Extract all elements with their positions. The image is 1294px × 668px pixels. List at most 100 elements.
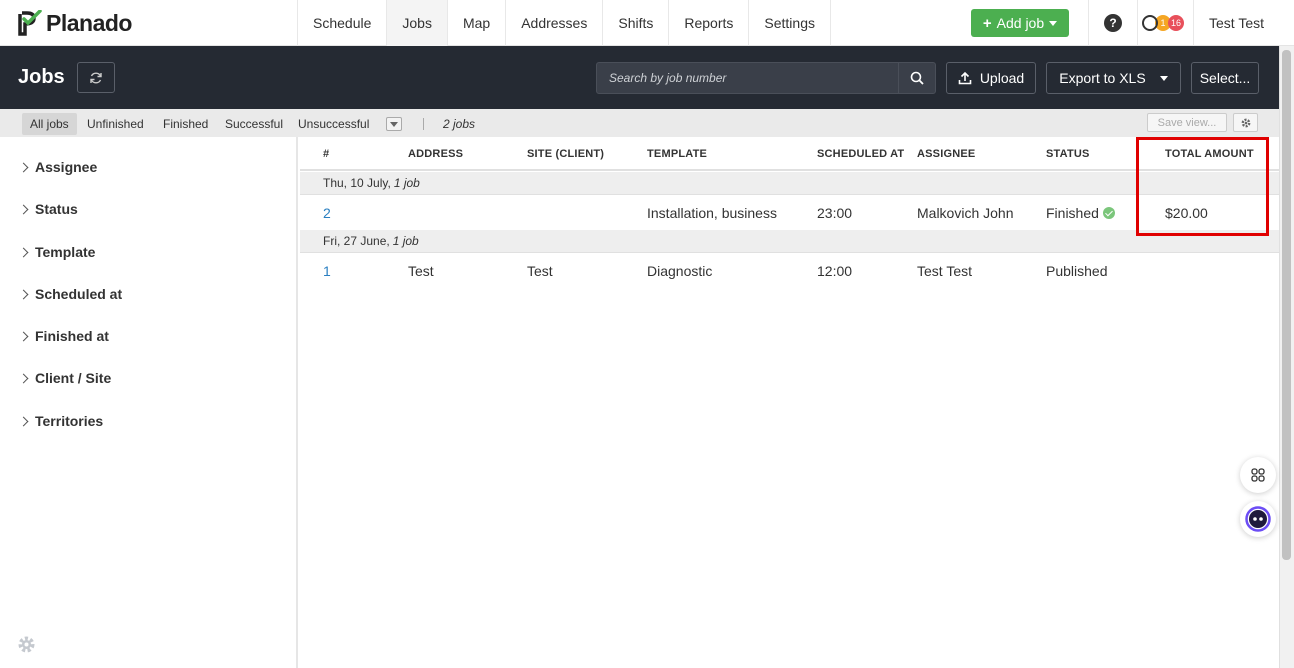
top-navigation-bar: Planado Schedule Jobs Map Addresses Shif… [0,0,1294,46]
tab-successful[interactable]: Successful [217,113,291,135]
date-group-header: Fri, 27 June, 1 job [300,230,1279,253]
refresh-icon [90,72,102,83]
cell-template: Diagnostic [647,263,713,279]
check-circle-icon [1102,207,1115,219]
upload-icon [958,71,972,85]
planado-logo[interactable]: Planado [18,9,132,37]
page-title: Jobs [18,66,65,88]
column-header-site[interactable]: SITE (CLIENT) [527,148,604,160]
table-row[interactable]: 2 Installation, business 23:00 Malkovich… [300,195,1279,230]
tab-unfinished[interactable]: Unfinished [79,113,152,135]
chevron-right-icon [18,416,29,426]
cell-template: Installation, business [647,205,777,221]
save-view-button[interactable]: Save view... [1147,113,1227,132]
filter-assignee[interactable]: Assignee [18,157,98,177]
nav-schedule[interactable]: Schedule [297,0,386,46]
sidebar-settings-button[interactable] [17,635,36,659]
column-header-scheduled-at[interactable]: SCHEDULED AT [817,148,904,160]
gear-icon [1241,118,1250,127]
assistant-bot-icon [1245,506,1271,532]
page-header: Jobs Upload Export to XLS Select... [0,46,1279,109]
column-header-number[interactable]: # [323,148,329,160]
nav-map[interactable]: Map [446,0,505,46]
page-scrollbar[interactable] [1279,46,1294,668]
table-header: # ADDRESS SITE (CLIENT) TEMPLATE SCHEDUL… [300,137,1279,171]
search-button[interactable] [898,63,935,93]
plus-icon: + [982,14,992,32]
chevron-right-icon [18,204,29,214]
filter-label: Status [35,201,78,217]
cell-assignee: Test Test [917,263,972,279]
select-button[interactable]: Select... [1191,62,1259,94]
search-input[interactable] [597,63,899,93]
nav-shifts[interactable]: Shifts [602,0,668,46]
filter-template[interactable]: Template [18,242,96,262]
nav-jobs[interactable]: Jobs [386,0,447,46]
column-header-assignee[interactable]: ASSIGNEE [917,148,975,160]
more-filters-dropdown[interactable] [386,117,402,131]
job-number-link[interactable]: 2 [323,205,331,221]
filter-status[interactable]: Status [18,199,78,219]
gear-icon [18,636,35,653]
add-job-button[interactable]: + Add job [971,9,1069,37]
user-menu[interactable]: Test Test [1209,15,1264,31]
table-row[interactable]: 1 Test Test Diagnostic 12:00 Test Test P… [300,253,1279,288]
add-job-label: Add job [996,15,1045,31]
logo-check-icon [18,10,42,36]
column-header-template[interactable]: TEMPLATE [647,148,707,160]
help-icon[interactable]: ? [1104,14,1122,32]
filter-finished-at[interactable]: Finished at [18,326,109,346]
cell-scheduled: 23:00 [817,205,853,221]
refresh-button[interactable] [77,62,115,93]
chevron-right-icon [18,373,29,383]
group-count: 1 job [392,234,419,248]
group-date: Thu, 10 July, [323,176,391,190]
search-icon [910,71,924,85]
filter-label: Finished at [35,328,109,344]
nav-addresses[interactable]: Addresses [505,0,602,46]
group-date: Fri, 27 June, [323,234,390,248]
status-text: Finished [1046,205,1099,221]
tab-finished[interactable]: Finished [155,113,216,135]
cell-address: Test [408,263,434,279]
export-xls-button[interactable]: Export to XLS [1046,62,1181,94]
column-header-address[interactable]: ADDRESS [408,148,463,160]
filter-scheduled-at[interactable]: Scheduled at [18,284,123,304]
filter-label: Territories [35,413,104,429]
chat-assistant-button[interactable] [1240,501,1276,537]
filter-label: Client / Site [35,370,112,386]
cell-site: Test [527,263,553,279]
filter-label: Scheduled at [35,286,123,302]
chevron-right-icon [18,289,29,299]
clock-icon [1142,15,1158,31]
group-count: 1 job [393,176,420,190]
view-settings-button[interactable] [1233,113,1258,132]
chevron-right-icon [18,331,29,341]
tab-unsuccessful[interactable]: Unsuccessful [290,113,377,135]
scrollbar-thumb[interactable] [1282,50,1291,560]
divider [1193,0,1194,46]
notification-badge-red: 16 [1168,15,1185,31]
upload-label: Upload [979,70,1025,86]
total-amount-highlight-box [1136,137,1269,236]
filter-client-site[interactable]: Client / Site [18,368,112,388]
nav-reports[interactable]: Reports [668,0,748,46]
job-search [596,62,936,94]
upload-button[interactable]: Upload [946,62,1036,94]
divider [423,118,424,130]
cell-status: Published [1046,263,1108,279]
column-header-status[interactable]: STATUS [1046,148,1090,160]
notifications[interactable]: 1 16 [1142,14,1185,32]
tab-all-jobs[interactable]: All jobs [22,113,77,135]
select-label: Select... [1199,70,1251,86]
chevron-right-icon [18,162,29,172]
filter-label: Template [35,244,96,260]
apps-widget-button[interactable] [1240,457,1276,493]
job-number-link[interactable]: 1 [323,263,331,279]
caret-down-icon [1049,20,1058,26]
nav-settings[interactable]: Settings [748,0,831,46]
export-label: Export to XLS [1059,70,1146,86]
filter-label: Assignee [35,159,98,175]
filter-territories[interactable]: Territories [18,411,104,431]
divider [1088,0,1089,46]
